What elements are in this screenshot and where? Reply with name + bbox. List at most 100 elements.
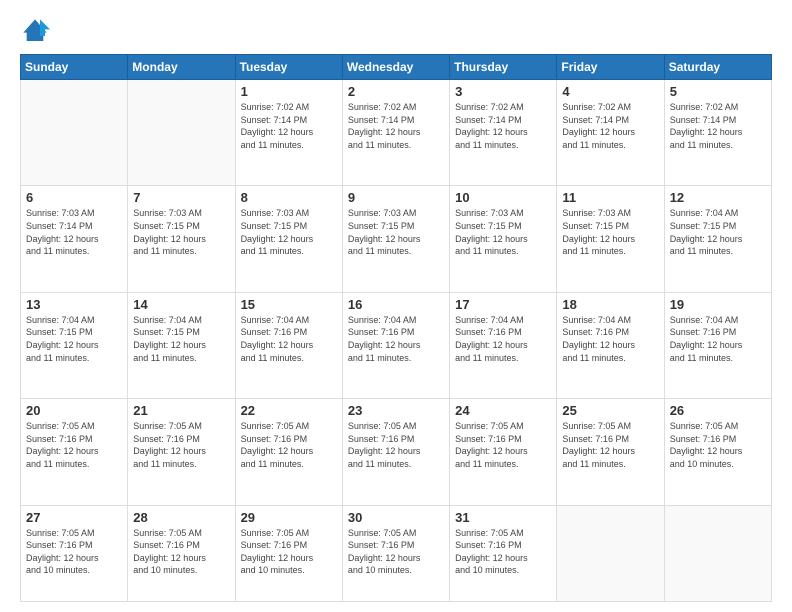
day-info: Sunrise: 7:05 AMSunset: 7:16 PMDaylight:… xyxy=(133,420,229,470)
day-cell: 7 Sunrise: 7:03 AMSunset: 7:15 PMDaylight… xyxy=(128,186,235,292)
day-cell: 24 Sunrise: 7:05 AMSunset: 7:16 PMDayligh… xyxy=(450,399,557,505)
day-info: Sunrise: 7:05 AMSunset: 7:16 PMDaylight:… xyxy=(670,420,766,470)
day-cell: 16 Sunrise: 7:04 AMSunset: 7:16 PMDayligh… xyxy=(342,292,449,398)
week-row-1: 1 Sunrise: 7:02 AMSunset: 7:14 PMDaylight… xyxy=(21,80,772,186)
day-cell: 15Sunrise: 7:04 AMSunset: 7:16 PMDayligh… xyxy=(235,292,342,398)
day-number: 29 xyxy=(241,510,337,525)
day-cell: 17 Sunrise: 7:04 AMSunset: 7:16 PMDayligh… xyxy=(450,292,557,398)
day-cell: 23Sunrise: 7:05 AMSunset: 7:16 PMDayligh… xyxy=(342,399,449,505)
day-info: Sunrise: 7:04 AMSunset: 7:16 PMDaylight:… xyxy=(455,314,551,364)
day-info: Sunrise: 7:04 AMSunset: 7:15 PMDaylight:… xyxy=(133,314,229,364)
day-number: 31 xyxy=(455,510,551,525)
day-cell: 29 Sunrise: 7:05 AMSunset: 7:16 PMDayligh… xyxy=(235,505,342,602)
day-info: Sunrise: 7:05 AMSunset: 7:16 PMDaylight:… xyxy=(26,420,122,470)
day-cell: 8 Sunrise: 7:03 AMSunset: 7:15 PMDaylight… xyxy=(235,186,342,292)
day-cell: 5Sunrise: 7:02 AMSunset: 7:14 PMDaylight… xyxy=(664,80,771,186)
day-info: Sunrise: 7:02 AMSunset: 7:14 PMDaylight:… xyxy=(670,101,766,151)
day-cell: 30 Sunrise: 7:05 AMSunset: 7:16 PMDayligh… xyxy=(342,505,449,602)
day-cell: 20 Sunrise: 7:05 AMSunset: 7:16 PMDayligh… xyxy=(21,399,128,505)
day-info: Sunrise: 7:04 AMSunset: 7:16 PMDaylight:… xyxy=(348,314,444,364)
day-number: 11 xyxy=(562,190,658,205)
day-number: 7 xyxy=(133,190,229,205)
day-info: Sunrise: 7:05 AMSunset: 7:16 PMDaylight:… xyxy=(562,420,658,470)
day-cell xyxy=(21,80,128,186)
day-cell: 3 Sunrise: 7:02 AMSunset: 7:14 PMDaylight… xyxy=(450,80,557,186)
day-cell xyxy=(664,505,771,602)
day-headers-row: SundayMondayTuesdayWednesdayThursdayFrid… xyxy=(21,55,772,80)
day-number: 24 xyxy=(455,403,551,418)
day-cell: 2 Sunrise: 7:02 AMSunset: 7:14 PMDaylight… xyxy=(342,80,449,186)
day-number: 9 xyxy=(348,190,444,205)
day-cell xyxy=(557,505,664,602)
day-number: 28 xyxy=(133,510,229,525)
day-cell: 14 Sunrise: 7:04 AMSunset: 7:15 PMDayligh… xyxy=(128,292,235,398)
col-header-wednesday: Wednesday xyxy=(342,55,449,80)
day-cell: 18Sunrise: 7:04 AMSunset: 7:16 PMDayligh… xyxy=(557,292,664,398)
week-row-5: 27 Sunrise: 7:05 AMSunset: 7:16 PMDayligh… xyxy=(21,505,772,602)
day-info: Sunrise: 7:05 AMSunset: 7:16 PMDaylight:… xyxy=(455,420,551,470)
col-header-thursday: Thursday xyxy=(450,55,557,80)
day-number: 15 xyxy=(241,297,337,312)
calendar-table: SundayMondayTuesdayWednesdayThursdayFrid… xyxy=(20,54,772,602)
day-number: 26 xyxy=(670,403,766,418)
day-cell: 26 Sunrise: 7:05 AMSunset: 7:16 PMDayligh… xyxy=(664,399,771,505)
day-info: Sunrise: 7:03 AMSunset: 7:15 PMDaylight:… xyxy=(133,207,229,257)
day-number: 6 xyxy=(26,190,122,205)
header xyxy=(20,16,772,46)
day-number: 17 xyxy=(455,297,551,312)
day-number: 13 xyxy=(26,297,122,312)
logo xyxy=(20,16,54,46)
day-cell: 6 Sunrise: 7:03 AMSunset: 7:14 PMDaylight… xyxy=(21,186,128,292)
day-info: Sunrise: 7:05 AMSunset: 7:16 PMDaylight:… xyxy=(455,527,551,577)
day-number: 12 xyxy=(670,190,766,205)
day-number: 20 xyxy=(26,403,122,418)
day-cell: 28 Sunrise: 7:05 AMSunset: 7:16 PMDayligh… xyxy=(128,505,235,602)
day-info: Sunrise: 7:04 AMSunset: 7:15 PMDaylight:… xyxy=(26,314,122,364)
day-cell: 12 Sunrise: 7:04 AMSunset: 7:15 PMDayligh… xyxy=(664,186,771,292)
col-header-sunday: Sunday xyxy=(21,55,128,80)
day-number: 4 xyxy=(562,84,658,99)
day-info: Sunrise: 7:05 AMSunset: 7:16 PMDaylight:… xyxy=(348,420,444,470)
day-info: Sunrise: 7:05 AMSunset: 7:16 PMDaylight:… xyxy=(348,527,444,577)
day-number: 8 xyxy=(241,190,337,205)
day-number: 2 xyxy=(348,84,444,99)
day-number: 10 xyxy=(455,190,551,205)
day-info: Sunrise: 7:03 AMSunset: 7:15 PMDaylight:… xyxy=(562,207,658,257)
logo-icon xyxy=(20,16,50,46)
day-number: 18 xyxy=(562,297,658,312)
week-row-2: 6 Sunrise: 7:03 AMSunset: 7:14 PMDaylight… xyxy=(21,186,772,292)
day-cell: 9 Sunrise: 7:03 AMSunset: 7:15 PMDaylight… xyxy=(342,186,449,292)
day-info: Sunrise: 7:04 AMSunset: 7:15 PMDaylight:… xyxy=(670,207,766,257)
day-cell: 13 Sunrise: 7:04 AMSunset: 7:15 PMDayligh… xyxy=(21,292,128,398)
day-info: Sunrise: 7:02 AMSunset: 7:14 PMDaylight:… xyxy=(562,101,658,151)
day-number: 19 xyxy=(670,297,766,312)
day-cell: 19 Sunrise: 7:04 AMSunset: 7:16 PMDayligh… xyxy=(664,292,771,398)
day-info: Sunrise: 7:05 AMSunset: 7:16 PMDaylight:… xyxy=(133,527,229,577)
day-info: Sunrise: 7:05 AMSunset: 7:16 PMDaylight:… xyxy=(241,420,337,470)
day-number: 16 xyxy=(348,297,444,312)
day-number: 1 xyxy=(241,84,337,99)
day-info: Sunrise: 7:03 AMSunset: 7:15 PMDaylight:… xyxy=(241,207,337,257)
day-number: 14 xyxy=(133,297,229,312)
col-header-friday: Friday xyxy=(557,55,664,80)
day-info: Sunrise: 7:02 AMSunset: 7:14 PMDaylight:… xyxy=(348,101,444,151)
day-cell: 21Sunrise: 7:05 AMSunset: 7:16 PMDayligh… xyxy=(128,399,235,505)
day-cell: 10Sunrise: 7:03 AMSunset: 7:15 PMDayligh… xyxy=(450,186,557,292)
day-cell: 22 Sunrise: 7:05 AMSunset: 7:16 PMDayligh… xyxy=(235,399,342,505)
day-cell: 11 Sunrise: 7:03 AMSunset: 7:15 PMDayligh… xyxy=(557,186,664,292)
day-info: Sunrise: 7:03 AMSunset: 7:14 PMDaylight:… xyxy=(26,207,122,257)
day-info: Sunrise: 7:03 AMSunset: 7:15 PMDaylight:… xyxy=(348,207,444,257)
day-info: Sunrise: 7:05 AMSunset: 7:16 PMDaylight:… xyxy=(26,527,122,577)
day-number: 22 xyxy=(241,403,337,418)
col-header-monday: Monday xyxy=(128,55,235,80)
day-info: Sunrise: 7:04 AMSunset: 7:16 PMDaylight:… xyxy=(670,314,766,364)
day-cell: 4 Sunrise: 7:02 AMSunset: 7:14 PMDaylight… xyxy=(557,80,664,186)
day-number: 30 xyxy=(348,510,444,525)
day-info: Sunrise: 7:02 AMSunset: 7:14 PMDaylight:… xyxy=(455,101,551,151)
day-number: 3 xyxy=(455,84,551,99)
day-cell xyxy=(128,80,235,186)
day-number: 27 xyxy=(26,510,122,525)
col-header-tuesday: Tuesday xyxy=(235,55,342,80)
day-info: Sunrise: 7:05 AMSunset: 7:16 PMDaylight:… xyxy=(241,527,337,577)
day-cell: 25Sunrise: 7:05 AMSunset: 7:16 PMDayligh… xyxy=(557,399,664,505)
